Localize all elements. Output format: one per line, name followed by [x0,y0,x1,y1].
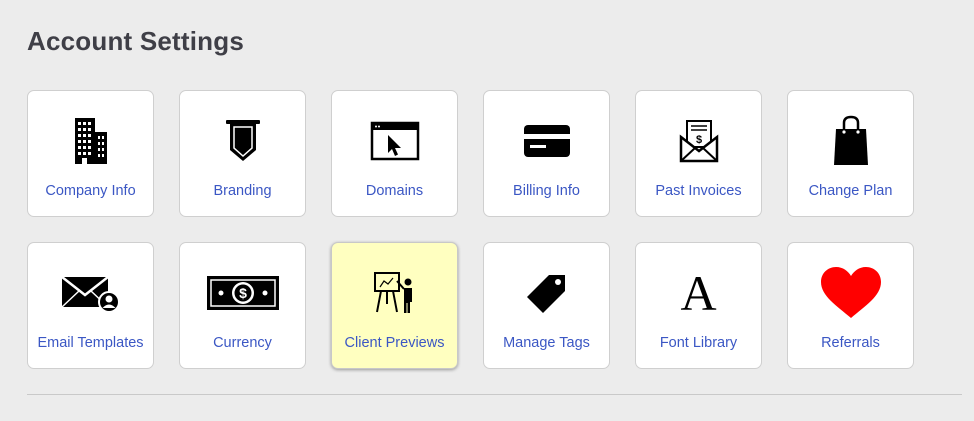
heart-icon [788,267,913,319]
tile-change-plan[interactable]: Change Plan [787,90,914,217]
tile-label: Manage Tags [503,335,590,351]
tile-label: Branding [213,183,272,199]
tile-label: Domains [365,183,424,199]
dollar-bill-icon: $ [180,267,305,319]
tile-billing-info[interactable]: Billing Info [483,90,610,217]
tile-company-info[interactable]: Company Info [27,90,154,217]
presentation-board-icon [332,267,457,319]
letter-a-icon: A [680,265,717,321]
tile-past-invoices[interactable]: $ Past Invoices [635,90,762,217]
tile-branding[interactable]: Branding [179,90,306,217]
tile-currency[interactable]: $ Currency [179,242,306,369]
tile-domains[interactable]: Domains [331,90,458,217]
tile-label: Client Previews [344,335,445,351]
svg-text:$: $ [695,134,701,146]
invoice-envelope-icon: $ [636,115,761,167]
tag-icon [484,267,609,319]
tile-label: Past Invoices [655,183,742,199]
tile-label: Font Library [659,335,738,351]
tile-label: Billing Info [513,183,580,199]
shopping-bag-icon [788,115,913,167]
tile-label: Currency [213,335,272,351]
tile-label: Referrals [821,335,880,351]
tile-font-library[interactable]: A Font Library [635,242,762,369]
tile-label: Change Plan [808,183,893,199]
browser-cursor-icon [332,115,457,167]
banner-shield-icon [180,115,305,167]
tile-manage-tags[interactable]: Manage Tags [483,242,610,369]
tile-email-templates[interactable]: Email Templates [27,242,154,369]
section-divider [27,394,962,395]
page-title: Account Settings [27,26,244,56]
svg-text:$: $ [239,285,247,301]
credit-card-icon [484,115,609,167]
tile-referrals[interactable]: Referrals [787,242,914,369]
envelope-user-icon [28,267,153,319]
building-icon [28,115,153,167]
settings-grid: Company Info Branding Domains Billing In… [27,90,914,369]
tile-client-previews[interactable]: Client Previews [331,242,458,369]
tile-label: Email Templates [37,335,144,351]
tile-label: Company Info [45,183,136,199]
